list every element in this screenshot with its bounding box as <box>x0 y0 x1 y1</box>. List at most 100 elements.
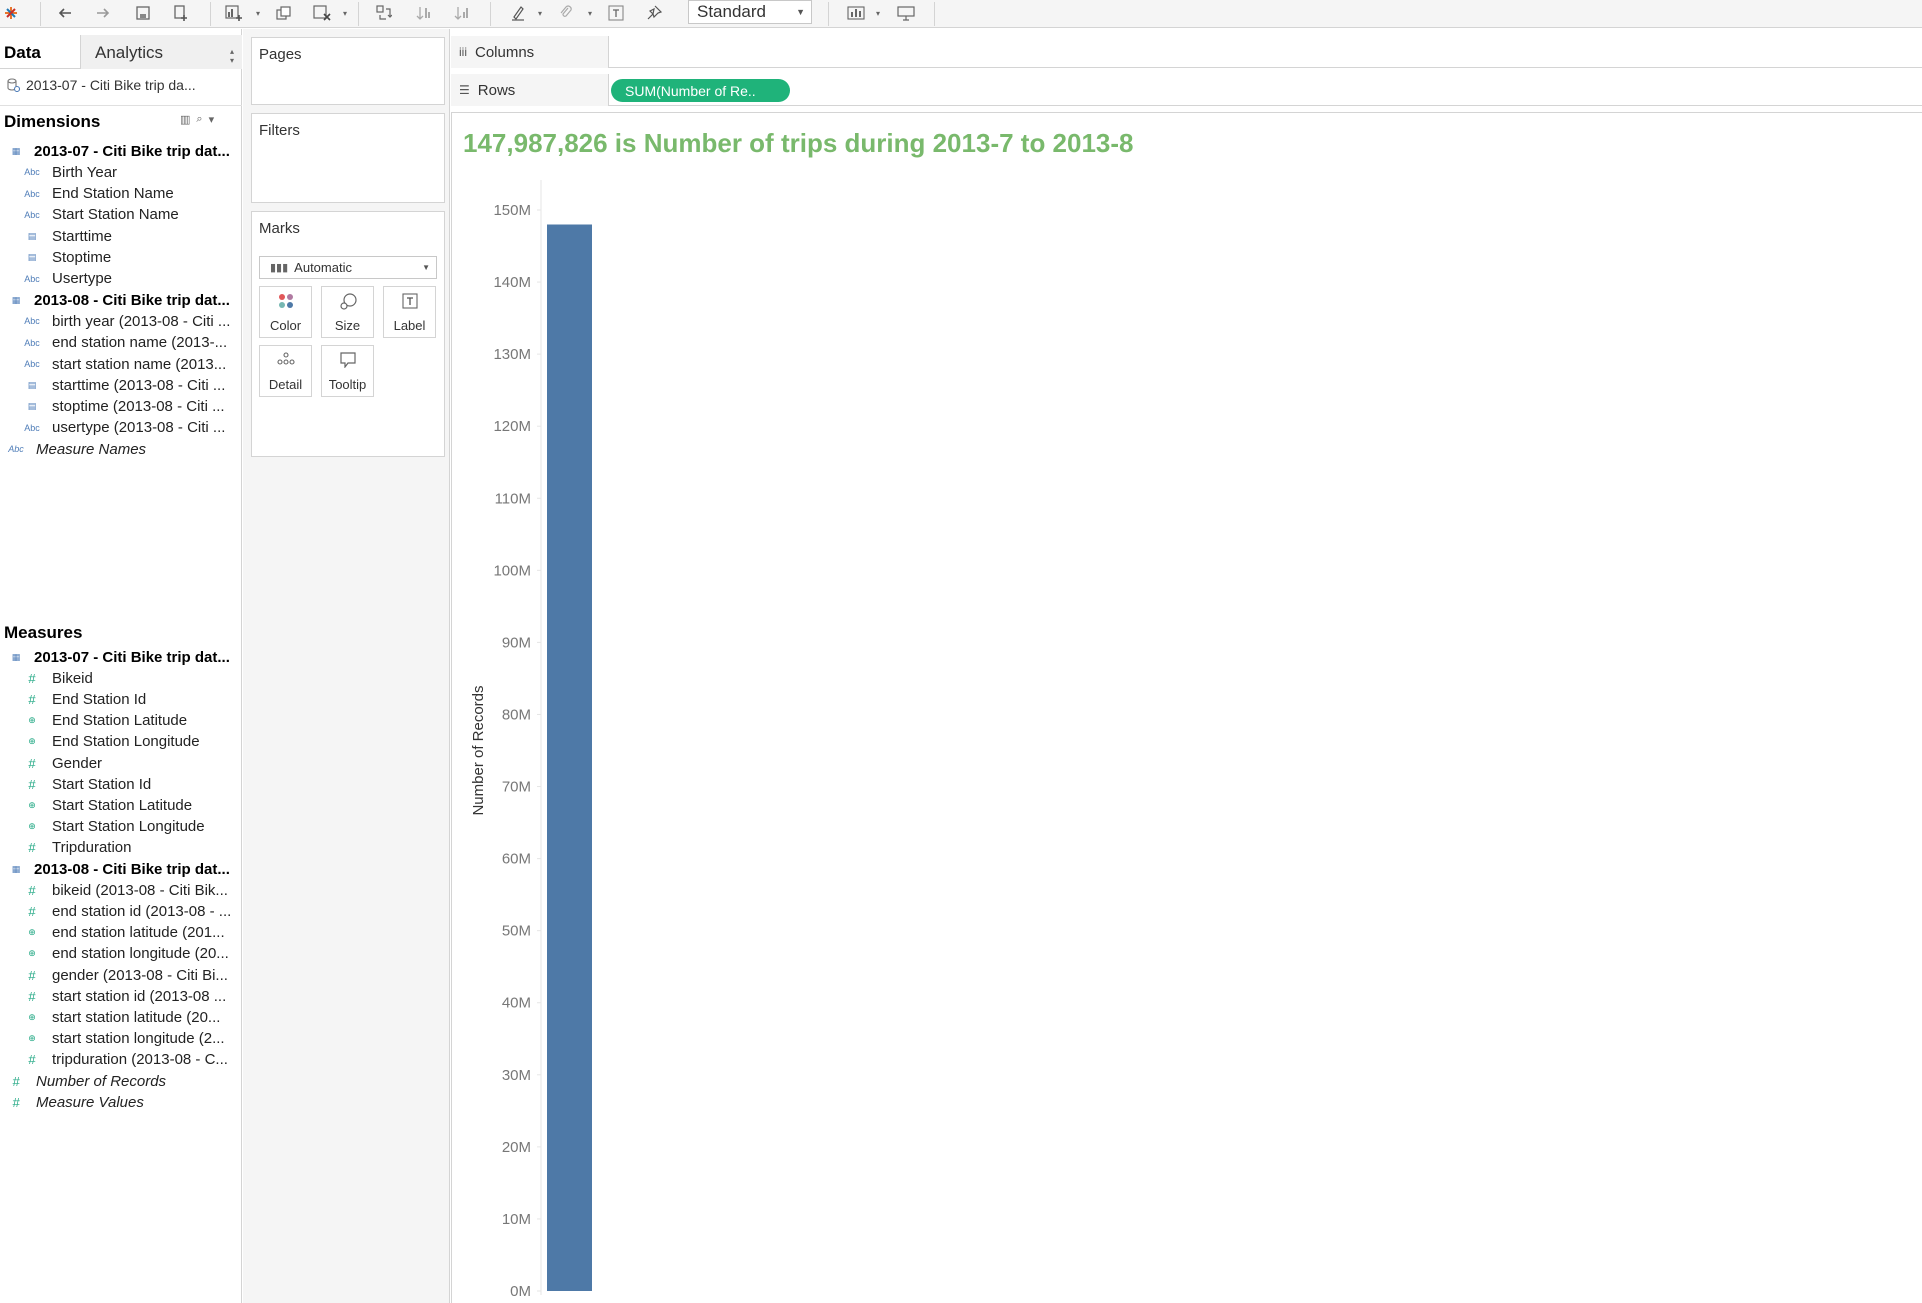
detail-label: Detail <box>268 377 303 392</box>
fit-select[interactable]: Standard ▼ <box>688 0 812 24</box>
save-icon[interactable] <box>130 0 156 26</box>
viz-title[interactable]: 147,987,826 is Number of trips during 20… <box>463 128 1134 159</box>
field-label: 2013-07 - Citi Bike trip dat... <box>34 142 230 160</box>
highlight-icon[interactable] <box>506 0 530 26</box>
field-item[interactable]: ⊕ start station longitude (2... <box>22 1028 254 1050</box>
pages-card[interactable]: Pages <box>251 37 445 105</box>
color-button[interactable]: Color <box>259 286 312 338</box>
field-item[interactable]: ⊕ Start Station Latitude <box>22 794 254 816</box>
field-item[interactable]: Abc start station name (2013... <box>22 353 254 375</box>
field-item[interactable]: ⊕ end station latitude (201... <box>22 922 254 944</box>
tooltip-button[interactable]: Tooltip <box>321 345 374 397</box>
detail-button[interactable]: Detail <box>259 345 312 397</box>
view-cards-icon[interactable]: ▥ <box>180 113 190 126</box>
field-label: bikeid (2013-08 - Citi Bik... <box>52 881 228 899</box>
field-item[interactable]: Abc end station name (2013-... <box>22 332 254 354</box>
chevron-down-icon[interactable]: ▾ <box>586 8 594 18</box>
redo-icon[interactable] <box>90 0 116 26</box>
sort-asc-icon[interactable] <box>412 0 436 26</box>
string-type-icon: Abc <box>24 422 40 433</box>
field-item[interactable]: # Start Station Id <box>22 773 254 795</box>
field-item[interactable]: ⊕ end station longitude (20... <box>22 943 254 965</box>
field-item[interactable]: ▤ Stoptime <box>22 247 254 269</box>
rows-shelf[interactable]: ☰ Rows SUM(Number of Re.. <box>451 74 1922 106</box>
mark-type-dropdown[interactable]: ▮▮▮ Automatic ▼ <box>259 256 437 279</box>
chevron-down-icon[interactable]: ▾ <box>536 8 544 18</box>
pane-tabs: Data Analytics ▴ ▾ <box>0 35 242 69</box>
number-type-icon: # <box>28 776 36 792</box>
size-button[interactable]: Size <box>321 286 374 338</box>
new-worksheet-icon[interactable] <box>222 0 246 26</box>
field-item[interactable]: Abc Start Station Name <box>22 204 254 226</box>
datasource-item[interactable]: 2013-07 - Citi Bike trip da... <box>6 77 196 93</box>
field-item[interactable]: ⊕ End Station Longitude <box>22 731 254 753</box>
field-item[interactable]: Abc End Station Name <box>22 183 254 205</box>
field-item[interactable]: # End Station Id <box>22 688 254 710</box>
y-tick-label: 50M <box>502 923 531 940</box>
chevron-down-icon[interactable]: ▾ <box>209 113 215 126</box>
field-item[interactable]: Abc usertype (2013-08 - Citi ... <box>22 417 254 439</box>
chevron-down-icon[interactable]: ▾ <box>341 8 349 18</box>
rows-pill[interactable]: SUM(Number of Re.. <box>611 79 790 102</box>
field-item[interactable]: # end station id (2013-08 - ... <box>22 900 254 922</box>
tab-data[interactable]: Data <box>4 43 41 63</box>
rows-shelf-label: ☰ Rows <box>451 74 609 106</box>
shelves-column: Pages Filters Marks ▮▮▮ Automatic ▼ Colo… <box>243 29 450 1303</box>
field-group[interactable]: ▦ 2013-07 - Citi Bike trip dat... <box>6 646 238 668</box>
presentation-icon[interactable] <box>894 0 918 26</box>
show-me-icon[interactable] <box>844 0 868 26</box>
field-item[interactable]: # tripduration (2013-08 - C... <box>22 1049 254 1071</box>
field-label: Start Station Name <box>52 206 179 224</box>
field-group[interactable]: ▦ 2013-08 - Citi Bike trip dat... <box>6 289 238 311</box>
field-item[interactable]: # Tripduration <box>22 837 254 859</box>
field-label: End Station Id <box>52 690 147 708</box>
y-tick-label: 60M <box>502 851 531 868</box>
pin-icon[interactable] <box>642 0 666 26</box>
group-icon[interactable] <box>554 0 578 26</box>
search-icon[interactable]: ⌕ <box>196 113 202 126</box>
rows-label-text: Rows <box>477 81 516 99</box>
field-item[interactable]: # Gender <box>22 752 254 774</box>
field-item[interactable]: ▤ starttime (2013-08 - Citi ... <box>22 374 254 396</box>
table-icon: ▦ <box>11 651 21 662</box>
number-type-icon: # <box>28 691 36 707</box>
filters-card[interactable]: Filters <box>251 113 445 203</box>
columns-shelf[interactable]: iii Columns <box>451 36 1922 68</box>
field-label: usertype (2013-08 - Citi ... <box>52 419 226 437</box>
field-group[interactable]: ▦ 2013-07 - Citi Bike trip dat... <box>6 140 238 162</box>
field-item[interactable]: ⊕ start station latitude (20... <box>22 1006 254 1028</box>
field-label: Measure Values <box>36 1093 144 1111</box>
undo-icon[interactable] <box>52 0 78 26</box>
field-item[interactable]: ▤ stoptime (2013-08 - Citi ... <box>22 396 254 418</box>
field-item[interactable]: ⊕ Start Station Longitude <box>22 816 254 838</box>
sort-desc-icon[interactable] <box>450 0 474 26</box>
label-icon[interactable] <box>604 0 628 26</box>
table-icon: ▦ <box>11 294 21 305</box>
field-group[interactable]: ▦ 2013-08 - Citi Bike trip dat... <box>6 858 238 880</box>
field-item[interactable]: # Number of Records <box>6 1070 238 1092</box>
field-item[interactable]: # start station id (2013-08 ... <box>22 985 254 1007</box>
pages-card-title: Pages <box>259 46 302 63</box>
tableau-logo-icon[interactable] <box>2 0 20 26</box>
chevron-down-icon[interactable]: ▾ <box>874 8 882 18</box>
datasource-name: 2013-07 - Citi Bike trip da... <box>26 77 196 93</box>
clear-icon[interactable] <box>310 0 334 26</box>
field-item[interactable]: ▤ Starttime <box>22 225 254 247</box>
duplicate-icon[interactable] <box>272 0 296 26</box>
field-item[interactable]: Abc Birth Year <box>22 161 254 183</box>
swap-icon[interactable] <box>372 0 396 26</box>
new-datasource-icon[interactable] <box>168 0 194 26</box>
field-item[interactable]: Abc Measure Names <box>6 438 238 460</box>
chevron-down-icon[interactable]: ▾ <box>254 8 262 18</box>
menu-arrows-icon[interactable]: ▴ ▾ <box>230 47 234 65</box>
tab-analytics[interactable]: Analytics ▴ ▾ <box>80 35 242 69</box>
field-item[interactable]: Abc Usertype <box>22 268 254 290</box>
field-item[interactable]: Abc birth year (2013-08 - Citi ... <box>22 310 254 332</box>
field-item[interactable]: # Bikeid <box>22 667 254 689</box>
field-item[interactable]: # gender (2013-08 - Citi Bi... <box>22 964 254 986</box>
label-button[interactable]: Label <box>383 286 436 338</box>
field-item[interactable]: # Measure Values <box>6 1091 238 1113</box>
field-item[interactable]: # bikeid (2013-08 - Citi Bik... <box>22 879 254 901</box>
field-label: Start Station Longitude <box>52 818 205 836</box>
field-item[interactable]: ⊕ End Station Latitude <box>22 710 254 732</box>
